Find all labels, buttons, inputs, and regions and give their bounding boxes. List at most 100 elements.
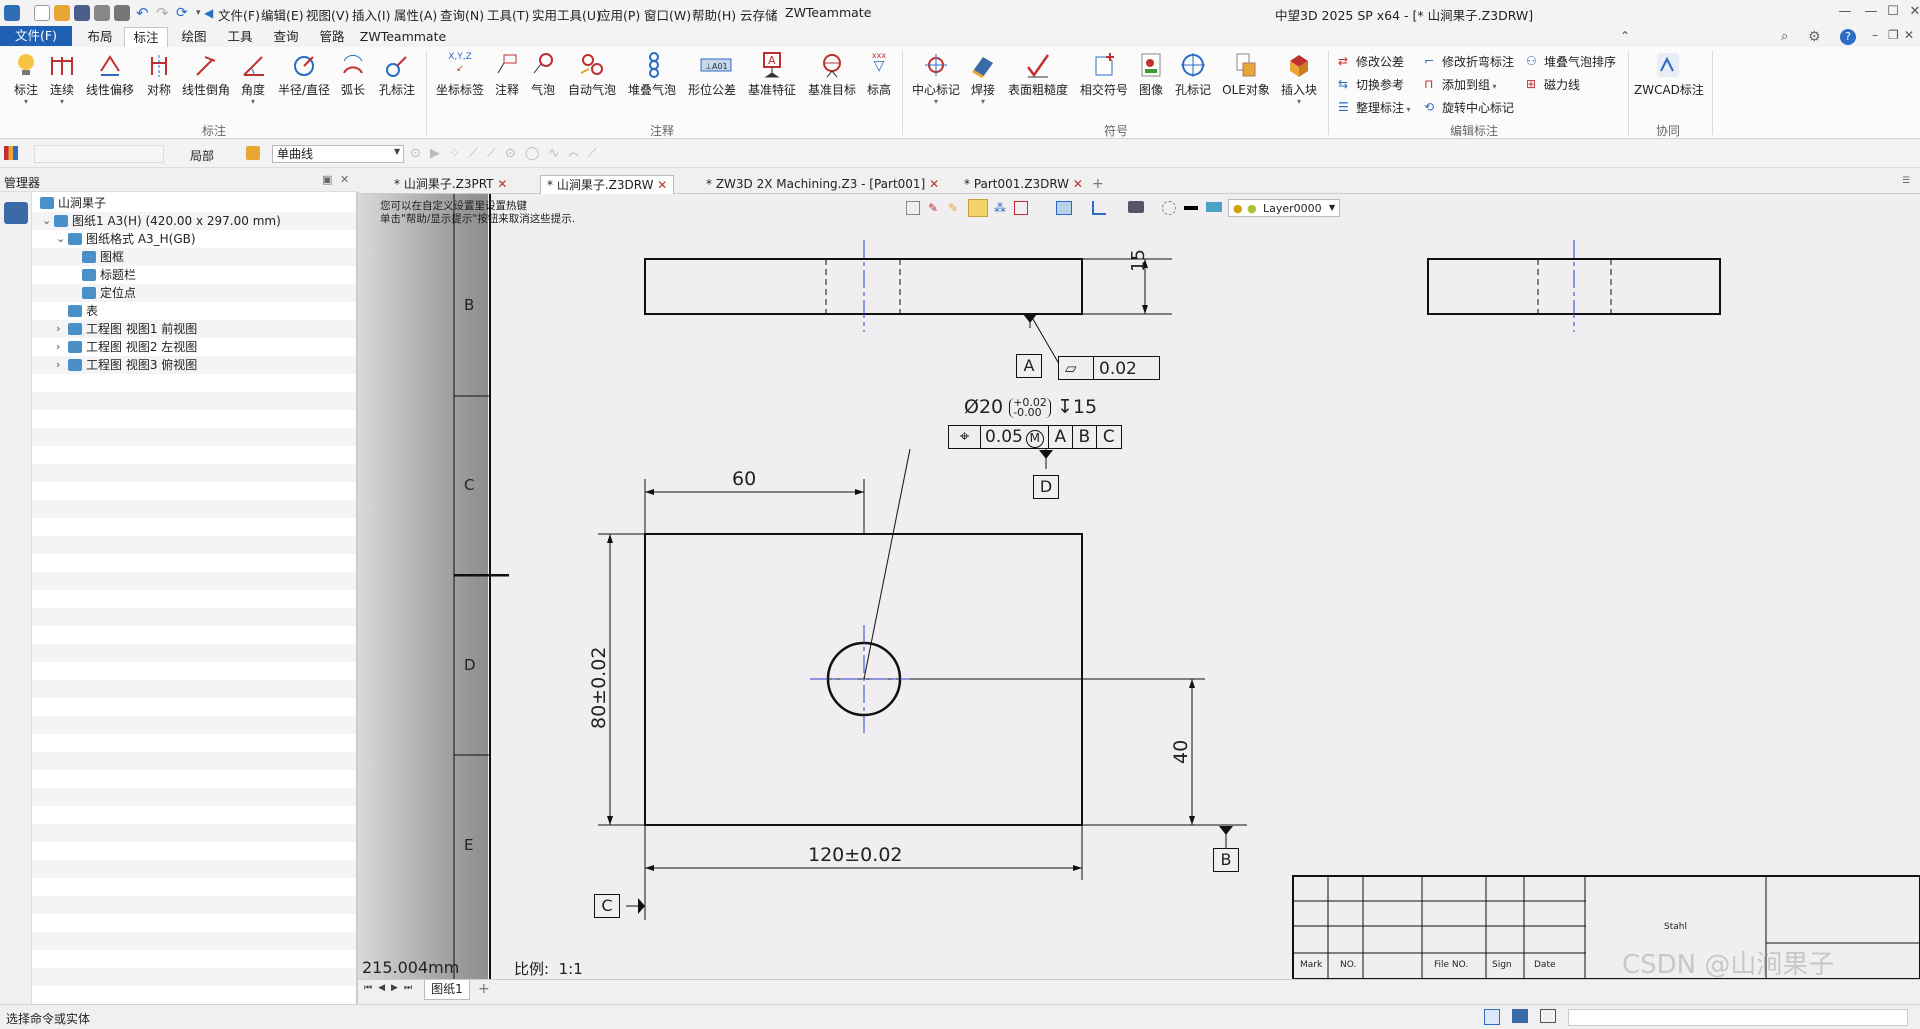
doc-close-button[interactable]: ✕ (1904, 28, 1914, 42)
gdt-tool[interactable]: ⊥A01 形位公差 (686, 51, 738, 98)
datum-target-tool[interactable]: 基准目标 (806, 51, 858, 98)
doc-restore-button[interactable]: ❐ (1888, 28, 1899, 42)
doc-tab-drawing[interactable]: * 山涧果子.Z3DRW ✕ (540, 175, 675, 194)
refresh-icon[interactable]: ⟳ (176, 5, 192, 21)
tree-item[interactable]: ⌄ 图纸格式 A3_H(GB) (32, 230, 356, 248)
expander-icon[interactable]: › (56, 356, 60, 374)
linear-chamfer-tool[interactable]: 线性倒角 (180, 51, 232, 98)
command-input[interactable] (1568, 1009, 1908, 1026)
add-sheet-button[interactable]: + (478, 981, 490, 997)
position-tolerance-frame[interactable]: ⌖ 0.05 M A B C (948, 425, 1122, 449)
stacked-balloon-tool[interactable]: 堆叠气泡 (626, 51, 678, 98)
modify-tolerance-tool[interactable]: ⇄ 修改公差 (1338, 53, 1404, 70)
hole-mark-tool[interactable]: 孔标记 (1172, 51, 1214, 98)
intersection-symbol-tool[interactable]: 相交符号 (1078, 51, 1130, 98)
tab-list-icon[interactable]: ☰ (1902, 176, 1910, 186)
datum-a-box[interactable]: A (1016, 354, 1042, 378)
balloon-tool[interactable]: 气泡 (528, 51, 558, 98)
tree-item[interactable]: 山涧果子 (32, 194, 356, 212)
menu-window[interactable]: 窗口(W) (644, 5, 691, 24)
collapse-ribbon-icon[interactable]: ⌃ (1620, 29, 1630, 43)
menu-attribute[interactable]: 属性(A) (394, 5, 437, 24)
image-tool[interactable]: 图像 (1136, 51, 1166, 98)
tree-item[interactable]: 定位点 (32, 284, 356, 302)
minimize-button[interactable]: — (1860, 2, 1882, 22)
arc-length-tool[interactable]: 弧长 (338, 51, 368, 98)
filter-combo[interactable] (34, 145, 164, 163)
drawing-manager-icon[interactable] (4, 202, 28, 224)
dim-text-120[interactable]: 120±0.02 (808, 844, 903, 866)
tree-item[interactable]: 表 (32, 302, 356, 320)
rotate-center-mark-tool[interactable]: ⟲ 旋转中心标记 (1424, 99, 1514, 116)
doc-minimize-button[interactable]: – (1872, 28, 1878, 42)
doc-tab-part[interactable]: * 山涧果子.Z3PRT ✕ (388, 175, 513, 194)
sheet-nav-icons[interactable]: ⏮◀▶⏭ (364, 983, 418, 993)
angle-dim-tool[interactable]: 角度 ▾ (238, 51, 268, 106)
hole-dim-tool[interactable]: 孔标注 (376, 51, 418, 98)
menu-file[interactable]: 文件(F) (218, 5, 260, 24)
scope-label[interactable]: 局部 (190, 147, 214, 164)
modify-bend-dim-tool[interactable]: ⌐ 修改折弯标注 (1424, 53, 1514, 70)
menu-view[interactable]: 视图(V) (306, 5, 349, 24)
status-mode-icon[interactable] (1484, 1009, 1500, 1025)
layout-icon[interactable] (1540, 1009, 1556, 1023)
linear-offset-tool[interactable]: 线性偏移 (84, 51, 136, 98)
print-preview-icon[interactable] (114, 5, 130, 21)
sort-stacked-balloon-tool[interactable]: ⚇ 堆叠气泡排序 (1526, 53, 1616, 70)
radius-diameter-tool[interactable]: 半径/直径 (276, 51, 332, 98)
tree-item[interactable]: › 工程图 视图2 左视图 (32, 338, 356, 356)
add-to-group-tool[interactable]: ⊓ 添加到组 ▾ (1424, 76, 1497, 93)
filter-icon[interactable] (4, 146, 18, 160)
pick-filter-icon[interactable] (246, 146, 260, 160)
dimension-tool[interactable]: 标注 ▾ (10, 51, 42, 106)
drawing-canvas[interactable]: 您可以在自定义设置里设置热键 单击"帮助/显示提示"按钮来取消这些提示. ✎ ✎… (358, 194, 1920, 979)
maximize-button[interactable]: ☐ (1882, 2, 1904, 22)
continuous-dim-tool[interactable]: 连续 ▾ (46, 51, 78, 106)
menu-apps[interactable]: 应用(P) (598, 5, 640, 24)
print-icon[interactable] (94, 5, 110, 21)
coordinate-label-tool[interactable]: X,Y,Z ↙ 坐标标签 (434, 51, 486, 98)
tree-item[interactable]: ⌄ 图纸1 A3(H) (420.00 x 297.00 mm) (32, 212, 356, 230)
redo-icon[interactable]: ↷ (156, 5, 172, 21)
restore-small-icon[interactable]: — (1834, 2, 1856, 22)
tab-close-icon[interactable]: ✕ (1073, 177, 1083, 191)
dim-text-80[interactable]: 80±0.02 (588, 647, 610, 729)
sheet-tab[interactable]: 图纸1 (424, 980, 470, 1000)
tab-draw[interactable]: 绘图 (172, 27, 216, 47)
tab-annotate[interactable]: 标注 (124, 27, 168, 47)
tab-piping[interactable]: 管路 (310, 27, 354, 47)
tab-zwteammate[interactable]: ZWTeammate (358, 27, 448, 47)
open-folder-icon[interactable] (54, 5, 70, 21)
tree-item[interactable]: 图框 (32, 248, 356, 266)
dim-text-60[interactable]: 60 (732, 468, 756, 490)
display-icon[interactable] (1512, 1009, 1528, 1023)
new-file-icon[interactable] (34, 5, 50, 21)
hole-callout[interactable]: Ø20 +0.02 -0.00 ↧15 (964, 396, 1097, 418)
panel-close-icon[interactable]: ✕ (340, 173, 349, 186)
center-mark-tool[interactable]: 中心标记 ▾ (910, 51, 962, 106)
tree-item[interactable]: › 工程图 视图3 俯视图 (32, 356, 356, 374)
switch-reference-tool[interactable]: ⇆ 切换参考 (1338, 76, 1404, 93)
tree-item[interactable]: 标题栏 (32, 266, 356, 284)
tab-close-icon[interactable]: ✕ (657, 178, 667, 192)
doc-tab-machining[interactable]: * ZW3D 2X Machining.Z3 - [Part001] ✕ (700, 175, 945, 194)
datum-d-box[interactable]: D (1033, 475, 1059, 499)
help-icon[interactable]: ? (1840, 29, 1856, 45)
tree-item[interactable]: › 工程图 视图1 前视图 (32, 320, 356, 338)
close-button[interactable]: ✕ (1904, 2, 1920, 22)
datum-feature-tool[interactable]: A 基准特征 (746, 51, 798, 98)
elevation-tool[interactable]: xxx ▽ 标高 (864, 51, 894, 98)
note-tool[interactable]: 注释 (492, 51, 522, 98)
menu-insert[interactable]: 插入(I) (352, 5, 390, 24)
tab-query[interactable]: 查询 (264, 27, 308, 47)
expander-icon[interactable]: › (56, 320, 60, 338)
ole-object-tool[interactable]: OLE对象 (1220, 51, 1272, 98)
surface-roughness-tool[interactable]: 表面粗糙度 (1006, 51, 1070, 98)
datum-b-box[interactable]: B (1213, 848, 1239, 872)
tab-layout[interactable]: 布局 (78, 27, 122, 47)
weld-tool[interactable]: 焊接 ▾ (968, 51, 998, 106)
menu-help[interactable]: 帮助(H) (692, 5, 736, 24)
flatness-frame[interactable]: ▱ 0.02 (1058, 356, 1160, 380)
dim-text-15[interactable]: 15 (1128, 249, 1149, 272)
menu-edit[interactable]: 编辑(E) (261, 5, 304, 24)
